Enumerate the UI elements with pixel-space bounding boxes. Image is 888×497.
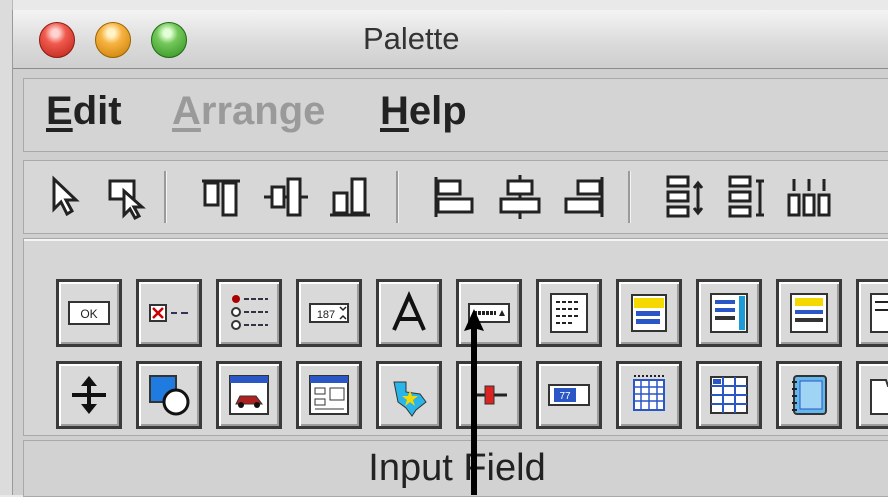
align-top-icon[interactable] <box>196 171 248 223</box>
menu-arrange-mnemonic: A <box>172 89 201 133</box>
menu-edit-mnemonic: E <box>46 89 73 133</box>
picture-tool[interactable] <box>216 361 282 429</box>
combo-list-icon <box>790 293 828 333</box>
data-grid-icon <box>710 376 748 414</box>
alignment-toolbar <box>23 160 888 234</box>
align-bottom-icon[interactable] <box>324 171 376 223</box>
text-area-tool[interactable] <box>536 279 602 347</box>
table-tool[interactable] <box>616 361 682 429</box>
title-bar[interactable]: Palette <box>13 10 888 69</box>
status-label: Input Field <box>368 447 546 489</box>
radio-group-tool[interactable] <box>216 279 282 347</box>
tab-panel-icon <box>870 379 888 415</box>
text-area-icon <box>550 293 588 333</box>
tab-panel-tool[interactable] <box>856 361 888 429</box>
text-a-icon <box>392 291 426 331</box>
distribute-horizontal-icon[interactable] <box>784 171 836 223</box>
palette-window: Palette Edit Arrange Help OK 187 77 Inpu… <box>12 10 888 497</box>
checkbox-icon <box>149 304 188 322</box>
document-icon <box>870 293 888 333</box>
picture-car-icon <box>229 375 269 415</box>
list-box-icon <box>710 293 748 333</box>
annotation-arrow-icon <box>464 309 484 495</box>
notebook-tool[interactable] <box>776 361 842 429</box>
partial-palette-tool[interactable] <box>856 279 888 347</box>
group-box-icon <box>309 375 349 415</box>
toolbar-separator <box>628 171 631 223</box>
menu-bar: Edit Arrange Help <box>23 78 888 152</box>
multi-select-icon[interactable] <box>102 171 154 223</box>
map-tool[interactable] <box>376 361 442 429</box>
toolbar-separator <box>396 171 399 223</box>
screen: Palette Edit Arrange Help OK 187 77 Inpu… <box>0 0 888 497</box>
number-stepper-tool[interactable]: 187 <box>296 279 362 347</box>
menu-help[interactable]: Help <box>380 89 467 134</box>
numeric-icon-label: 77 <box>559 391 571 402</box>
numeric-field-tool[interactable]: 77 <box>536 361 602 429</box>
group-box-tool[interactable] <box>296 361 362 429</box>
notebook-icon <box>792 375 827 415</box>
static-text-tool[interactable] <box>376 279 442 347</box>
splitter-tool[interactable] <box>56 361 122 429</box>
distribute-vertical-even-icon[interactable] <box>722 171 774 223</box>
toolbar-separator <box>164 171 167 223</box>
combo-list-tool[interactable] <box>776 279 842 347</box>
popup-menu-tool[interactable] <box>616 279 682 347</box>
menu-arrange[interactable]: Arrange <box>172 89 325 134</box>
status-bar: Input Field <box>23 440 888 497</box>
list-box-tool[interactable] <box>696 279 762 347</box>
align-left-icon[interactable] <box>428 171 480 223</box>
pointer-icon[interactable] <box>40 171 92 223</box>
popup-menu-icon <box>631 294 667 332</box>
table-grid-icon <box>633 375 665 411</box>
align-horizontal-center-icon[interactable] <box>494 171 546 223</box>
menu-edit[interactable]: Edit <box>46 89 122 134</box>
menu-help-mnemonic: H <box>380 89 409 133</box>
ok-button-icon: OK <box>68 301 110 325</box>
vertical-resize-icon <box>72 376 106 414</box>
push-button-tool[interactable]: OK <box>56 279 122 347</box>
checkbox-tool[interactable] <box>136 279 202 347</box>
radio-list-icon <box>231 295 268 330</box>
ok-icon-label: OK <box>80 307 97 321</box>
align-right-icon[interactable] <box>558 171 610 223</box>
shapes-icon <box>149 375 190 416</box>
texas-map-icon <box>393 381 427 417</box>
numeric-field-icon: 77 <box>548 384 590 406</box>
menu-edit-rest: dit <box>72 89 122 133</box>
distribute-vertical-icon[interactable] <box>660 171 712 223</box>
stepper-icon: 187 <box>309 303 349 323</box>
window-title: Palette <box>363 21 460 56</box>
menu-arrange-rest: rrange <box>200 89 326 133</box>
widget-palette: OK 187 77 <box>23 238 888 436</box>
shape-tool[interactable] <box>136 361 202 429</box>
data-grid-tool[interactable] <box>696 361 762 429</box>
menu-help-rest: elp <box>408 89 467 133</box>
align-vertical-center-icon[interactable] <box>260 171 312 223</box>
stepper-icon-label: 187 <box>317 309 335 321</box>
